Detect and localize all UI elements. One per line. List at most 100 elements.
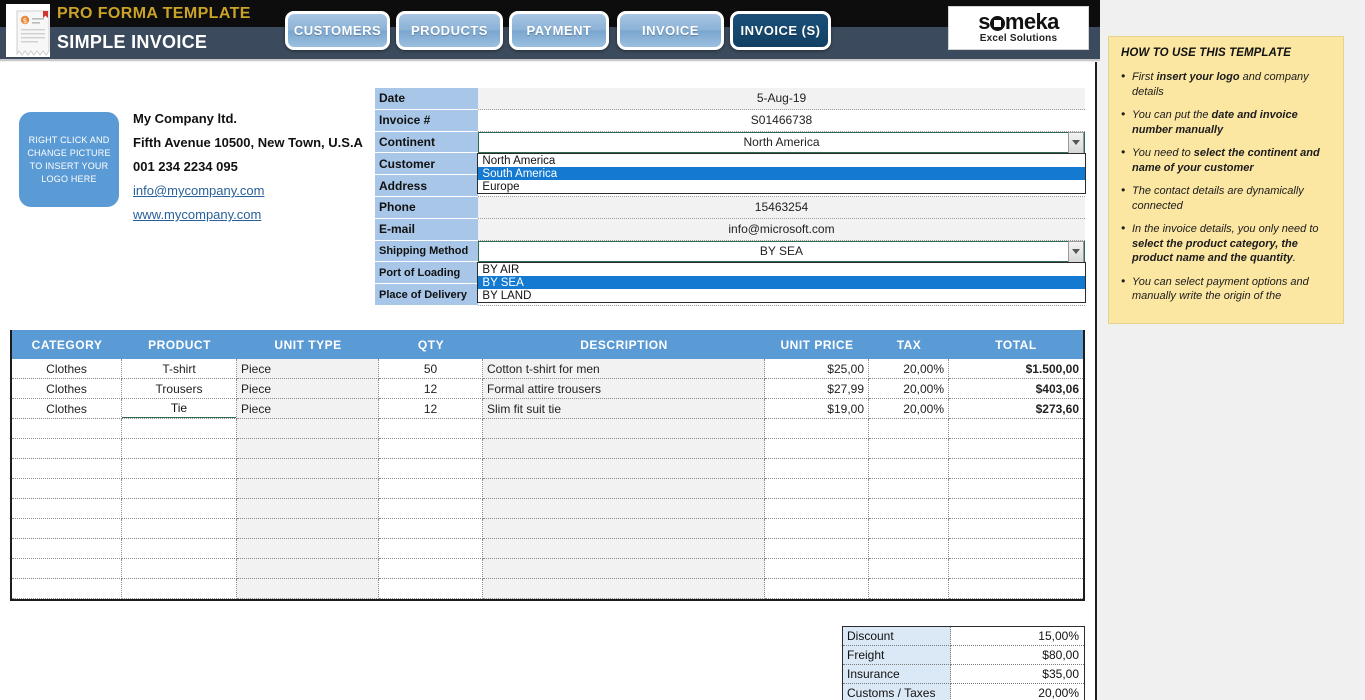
cell-empty[interactable] (949, 499, 1083, 519)
form-value-date[interactable]: 5-Aug-19 (478, 88, 1085, 110)
cell-empty[interactable] (869, 539, 949, 559)
cell-empty[interactable] (483, 459, 765, 479)
continent-select[interactable]: North America North America South Americ… (477, 131, 1087, 194)
table-row[interactable] (12, 419, 1083, 439)
cell-empty[interactable] (379, 459, 483, 479)
cell-empty[interactable] (237, 499, 379, 519)
cell-qty[interactable]: 12 (379, 399, 483, 419)
table-row[interactable] (12, 579, 1083, 599)
cell-empty[interactable] (122, 459, 237, 479)
cell-empty[interactable] (949, 519, 1083, 539)
cell-empty[interactable] (237, 459, 379, 479)
cell-empty[interactable] (12, 519, 122, 539)
continent-dropdown-list[interactable]: North America South America Europe (477, 152, 1087, 194)
chevron-down-icon[interactable] (1068, 240, 1084, 263)
cell-empty[interactable] (122, 499, 237, 519)
cell-empty[interactable] (122, 539, 237, 559)
cell-category[interactable]: Clothes (12, 359, 122, 379)
cell-empty[interactable] (122, 439, 237, 459)
nav-button-products[interactable]: PRODUCTS (396, 11, 503, 50)
form-value-phone[interactable]: 15463254 (478, 196, 1085, 219)
cell-empty[interactable] (12, 539, 122, 559)
cell-category[interactable]: Clothes (12, 399, 122, 419)
table-row[interactable] (12, 439, 1083, 459)
totals-value-freight[interactable]: $80,00 (951, 646, 1084, 665)
cell-empty[interactable] (379, 579, 483, 599)
table-row[interactable] (12, 479, 1083, 499)
cell-empty[interactable] (12, 499, 122, 519)
cell-empty[interactable] (765, 439, 869, 459)
cell-empty[interactable] (949, 579, 1083, 599)
cell-empty[interactable] (12, 559, 122, 579)
cell-empty[interactable] (483, 479, 765, 499)
cell-empty[interactable] (483, 519, 765, 539)
cell-category[interactable]: Clothes (12, 379, 122, 399)
continent-option[interactable]: North America (478, 154, 1085, 167)
cell-empty[interactable] (237, 539, 379, 559)
cell-empty[interactable] (379, 519, 483, 539)
company-email-link[interactable]: info@mycompany.com (133, 183, 373, 198)
cell-empty[interactable] (765, 499, 869, 519)
cell-empty[interactable] (869, 439, 949, 459)
cell-empty[interactable] (483, 439, 765, 459)
cell-empty[interactable] (122, 479, 237, 499)
continent-option[interactable]: Europe (478, 180, 1085, 193)
shipping-option[interactable]: BY AIR (478, 263, 1085, 276)
shipping-option[interactable]: BY SEA (478, 275, 1086, 289)
cell-empty[interactable] (765, 519, 869, 539)
cell-empty[interactable] (949, 559, 1083, 579)
cell-empty[interactable] (122, 519, 237, 539)
cell-empty[interactable] (483, 539, 765, 559)
chevron-down-icon[interactable] (1068, 131, 1084, 154)
cell-empty[interactable] (765, 539, 869, 559)
shipping-method-dropdown-list[interactable]: BY AIR BY SEA BY LAND (477, 261, 1087, 303)
cell-product[interactable]: Trousers (122, 379, 237, 399)
cell-empty[interactable] (483, 499, 765, 519)
cell-product[interactable]: T-shirt (122, 359, 237, 379)
cell-empty[interactable] (949, 419, 1083, 439)
cell-empty[interactable] (12, 439, 122, 459)
form-value-email[interactable]: info@microsoft.com (478, 218, 1085, 241)
cell-empty[interactable] (869, 419, 949, 439)
cell-empty[interactable] (483, 419, 765, 439)
cell-empty[interactable] (379, 559, 483, 579)
cell-empty[interactable] (949, 539, 1083, 559)
cell-empty[interactable] (237, 479, 379, 499)
cell-empty[interactable] (237, 579, 379, 599)
table-row[interactable]: Clothes Tie T-shirt Trousers Tie Piece 1… (12, 399, 1083, 419)
table-row[interactable] (12, 559, 1083, 579)
nav-button-payment[interactable]: PAYMENT (509, 11, 609, 50)
cell-empty[interactable] (379, 479, 483, 499)
product-dropdown-list[interactable]: T-shirt Trousers Tie (122, 418, 237, 419)
cell-empty[interactable] (379, 539, 483, 559)
cell-empty[interactable] (869, 559, 949, 579)
cell-empty[interactable] (949, 439, 1083, 459)
cell-qty[interactable]: 50 (379, 359, 483, 379)
product-select[interactable]: Tie T-shirt Trousers Tie (122, 399, 237, 419)
cell-empty[interactable] (765, 559, 869, 579)
nav-button-customers[interactable]: CUSTOMERS (285, 11, 390, 50)
cell-empty[interactable] (237, 419, 379, 439)
totals-value-discount[interactable]: 15,00% (951, 627, 1084, 646)
cell-empty[interactable] (122, 579, 237, 599)
cell-empty[interactable] (12, 479, 122, 499)
totals-value-insurance[interactable]: $35,00 (951, 665, 1084, 684)
cell-empty[interactable] (379, 499, 483, 519)
cell-empty[interactable] (379, 439, 483, 459)
cell-empty[interactable] (379, 419, 483, 439)
cell-empty[interactable] (122, 559, 237, 579)
form-value-invoice-number[interactable]: S01466738 (478, 109, 1085, 132)
shipping-option[interactable]: BY LAND (478, 289, 1085, 302)
cell-empty[interactable] (237, 519, 379, 539)
nav-button-invoice[interactable]: INVOICE (617, 11, 724, 50)
cell-empty[interactable] (869, 579, 949, 599)
cell-empty[interactable] (237, 559, 379, 579)
cell-empty[interactable] (869, 519, 949, 539)
table-row[interactable]: Clothes Trousers Piece 12 Formal attire … (12, 379, 1083, 399)
logo-placeholder[interactable]: RIGHT CLICK AND CHANGE PICTURE TO INSERT… (19, 112, 119, 207)
cell-empty[interactable] (12, 579, 122, 599)
cell-empty[interactable] (765, 479, 869, 499)
cell-empty[interactable] (12, 459, 122, 479)
cell-empty[interactable] (869, 479, 949, 499)
table-row[interactable] (12, 499, 1083, 519)
